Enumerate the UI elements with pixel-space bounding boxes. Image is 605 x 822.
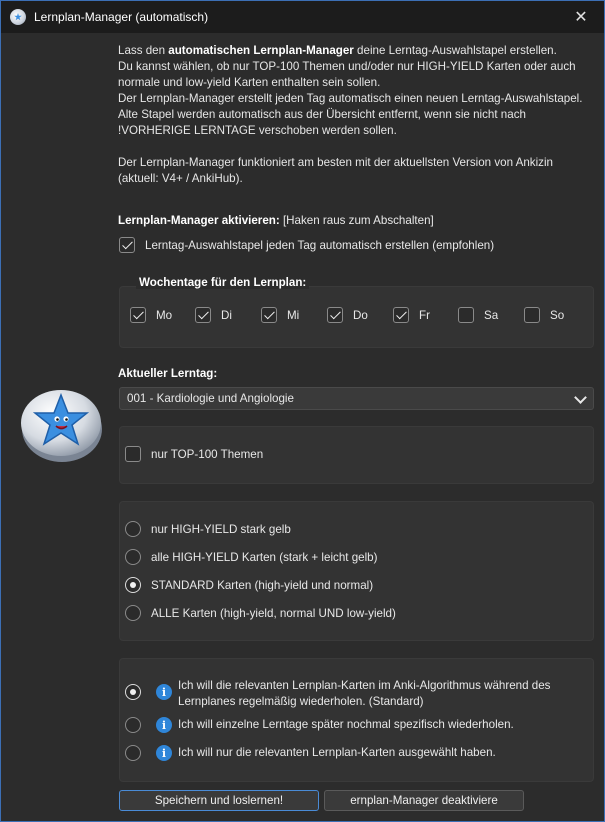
repeat-option-label: Ich will nur die relevanten Lernplan-Kar… <box>178 746 496 759</box>
weekday-label: Sa <box>484 308 499 322</box>
lerntag-select[interactable]: 001 - Kardiologie und Angiologie <box>119 387 594 410</box>
weekday-label: Do <box>353 308 368 322</box>
close-icon[interactable]: ✕ <box>558 1 604 33</box>
yield-option-label: nur HIGH-YIELD stark gelb <box>151 522 291 536</box>
yield-radio[interactable] <box>125 577 141 593</box>
weekday-label: Mo <box>156 308 173 322</box>
yield-option[interactable]: ALLE Karten (high-yield, normal UND low-… <box>125 605 396 621</box>
auto-create-checkbox[interactable] <box>119 237 135 253</box>
weekday-checkbox[interactable] <box>195 307 211 323</box>
star-mascot-icon <box>21 390 102 462</box>
intro-text: Lass den automatischen Lernplan-Manager … <box>118 44 583 185</box>
activate-label: Lernplan-Manager aktivieren: [Haken raus… <box>118 214 434 227</box>
weekday-checkbox[interactable] <box>261 307 277 323</box>
yield-radio[interactable] <box>125 605 141 621</box>
weekday-label: Di <box>221 308 232 322</box>
weekday-di[interactable]: Di <box>195 307 232 323</box>
info-icon[interactable]: i <box>156 717 172 733</box>
repeat-option-label: Ich will die relevanten Lernplan-Karten … <box>178 679 551 708</box>
weekday-sa[interactable]: Sa <box>458 307 498 323</box>
repeat-option[interactable]: i Ich will die relevanten Lernplan-Karte… <box>125 678 578 710</box>
auto-create-option[interactable]: Lerntag-Auswahlstapel jeden Tag automati… <box>119 237 494 253</box>
repeat-option[interactable]: i Ich will einzelne Lerntage später noch… <box>125 717 578 733</box>
repeat-radio[interactable] <box>125 745 141 761</box>
weekday-checkbox[interactable] <box>458 307 474 323</box>
weekday-label: So <box>550 308 565 322</box>
top100-label: nur TOP-100 Themen <box>151 447 264 461</box>
weekday-fr[interactable]: Fr <box>393 307 430 323</box>
weekday-checkbox[interactable] <box>524 307 540 323</box>
weekday-mo[interactable]: Mo <box>130 307 172 323</box>
dialog-window: Lernplan-Manager (automatisch) ✕ Lass de… <box>0 0 605 822</box>
repeat-radio[interactable] <box>125 684 141 700</box>
title-bar: Lernplan-Manager (automatisch) ✕ <box>1 1 604 33</box>
repeat-option[interactable]: i Ich will nur die relevanten Lernplan-K… <box>125 745 578 761</box>
top100-checkbox[interactable] <box>125 446 141 462</box>
weekday-mi[interactable]: Mi <box>261 307 299 323</box>
yield-option[interactable]: alle HIGH-YIELD Karten (stark + leicht g… <box>125 549 378 565</box>
weekday-checkbox[interactable] <box>327 307 343 323</box>
yield-radio[interactable] <box>125 521 141 537</box>
yield-option-label: ALLE Karten (high-yield, normal UND low-… <box>151 606 396 620</box>
yield-option-label: STANDARD Karten (high-yield und normal) <box>151 578 374 592</box>
top100-option[interactable]: nur TOP-100 Themen <box>125 446 263 462</box>
app-icon <box>10 9 26 25</box>
chevron-down-icon <box>574 391 587 404</box>
save-button[interactable]: Speichern und loslernen! <box>119 790 319 811</box>
weekday-checkbox[interactable] <box>393 307 409 323</box>
weekday-do[interactable]: Do <box>327 307 368 323</box>
deactivate-button[interactable]: ernplan-Manager deaktiviere <box>324 790 524 811</box>
window-title: Lernplan-Manager (automatisch) <box>34 10 209 24</box>
lerntag-label: Aktueller Lerntag: <box>118 367 218 380</box>
weekday-label: Mi <box>287 308 300 322</box>
auto-create-label: Lerntag-Auswahlstapel jeden Tag automati… <box>145 238 495 252</box>
repeat-radio[interactable] <box>125 717 141 733</box>
info-icon[interactable]: i <box>156 684 172 700</box>
weekdays-title: Wochentage für den Lernplan: <box>136 276 310 289</box>
weekday-label: Fr <box>419 308 430 322</box>
weekday-so[interactable]: So <box>524 307 564 323</box>
lerntag-selected-value: 001 - Kardiologie und Angiologie <box>127 392 294 405</box>
yield-option[interactable]: nur HIGH-YIELD stark gelb <box>125 521 291 537</box>
weekday-checkbox[interactable] <box>130 307 146 323</box>
yield-option-label: alle HIGH-YIELD Karten (stark + leicht g… <box>151 550 378 564</box>
yield-radio[interactable] <box>125 549 141 565</box>
yield-option[interactable]: STANDARD Karten (high-yield und normal) <box>125 577 373 593</box>
info-icon[interactable]: i <box>156 745 172 761</box>
repeat-option-label: Ich will einzelne Lerntage später nochma… <box>178 718 514 731</box>
